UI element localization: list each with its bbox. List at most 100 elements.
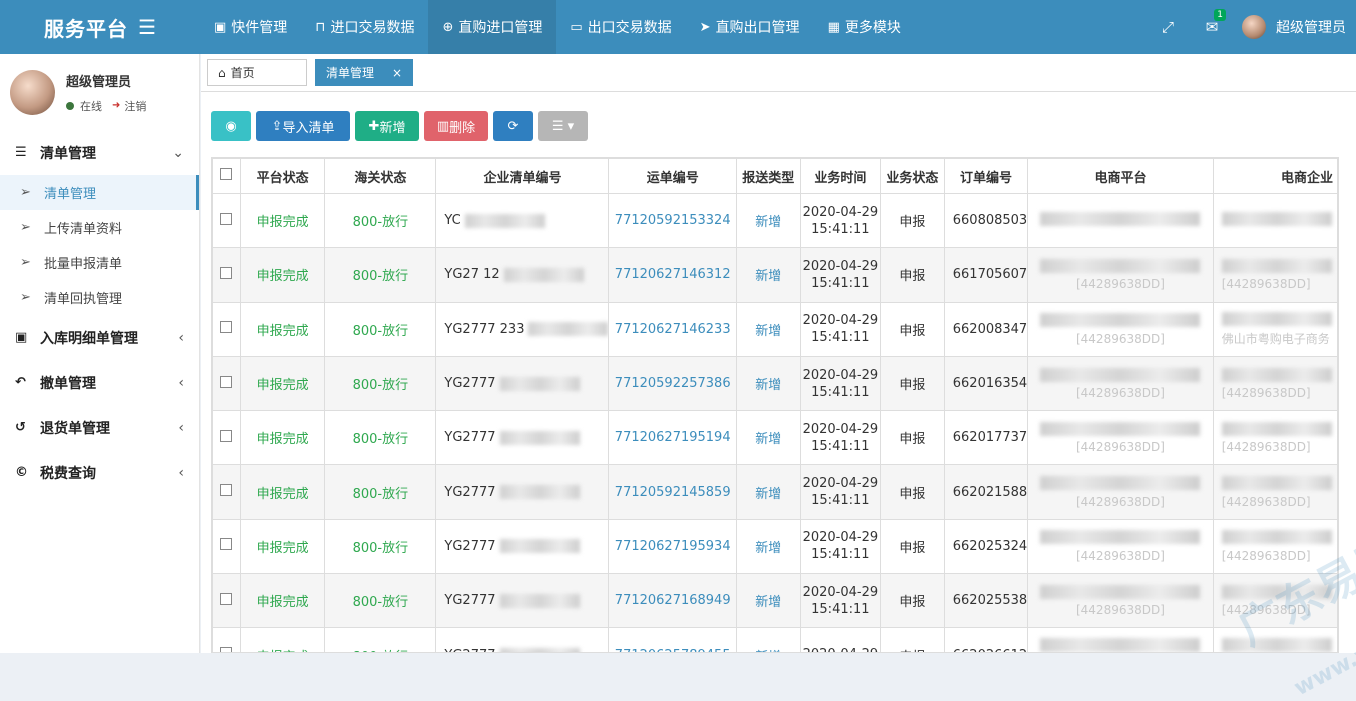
customs-status: 800-放行 xyxy=(324,192,437,249)
waybill-link[interactable]: 77120627168949 xyxy=(608,573,737,629)
row-select-cell[interactable] xyxy=(212,301,241,357)
table-row[interactable]: 申报完成 800-放行 YG2777 77120627195194 新增 2020-04-… xyxy=(212,410,1338,466)
nav-more[interactable]: ▦ 更多模块 xyxy=(814,0,915,54)
ec-enterprise: [44289638DD] xyxy=(1212,247,1338,303)
waybill-link[interactable]: 77120592145859 xyxy=(608,464,737,520)
nav-direct-export[interactable]: ➤ 直购出口管理 xyxy=(686,0,814,54)
top-user-name[interactable]: 超级管理员 xyxy=(1276,17,1346,37)
row-select-cell[interactable] xyxy=(212,247,241,303)
row-checkbox[interactable] xyxy=(220,647,233,652)
sidebar-item-inbound[interactable]: ▣ 入库明细单管理 ‹ xyxy=(0,315,199,360)
platform-status: 申报完成 xyxy=(239,627,326,652)
column-header[interactable]: 订单编号 xyxy=(943,158,1029,194)
sidebar-item-return[interactable]: ↺ 退货单管理 ‹ xyxy=(0,405,199,450)
nav-export-trade[interactable]: ▭ 出口交易数据 xyxy=(556,0,685,54)
list-number: YG2777 233 xyxy=(435,301,610,357)
sidebar-item-withdraw[interactable]: ↶ 撤单管理 ‹ xyxy=(0,360,199,405)
refresh-button[interactable]: ⟳ xyxy=(493,111,533,141)
delete-button[interactable]: ▥ 删除 xyxy=(424,111,488,141)
table-row[interactable]: 申报完成 800-放行 YG2777 233 77120627146233 新增 2020… xyxy=(212,301,1338,357)
send-icon: ➢ xyxy=(20,255,31,270)
nav-label: 出口交易数据 xyxy=(587,20,672,36)
row-checkbox[interactable] xyxy=(220,321,233,334)
redacted-blur xyxy=(1040,476,1201,491)
nav-import-trade[interactable]: ⊓ 进口交易数据 xyxy=(301,0,428,54)
waybill-link[interactable]: 77120627146233 xyxy=(608,301,737,357)
row-checkbox[interactable] xyxy=(220,538,233,551)
waybill-link[interactable]: 77120625789455 xyxy=(608,627,737,652)
submit-type: 新增 xyxy=(735,627,801,652)
waybill-link[interactable]: 77120627195194 xyxy=(608,410,737,466)
logout-icon[interactable]: ➜ xyxy=(112,100,120,111)
column-header[interactable]: 运单编号 xyxy=(608,158,737,194)
waybill-link[interactable]: 77120592153324 xyxy=(608,192,737,249)
fullscreen-icon[interactable]: ⤢ xyxy=(1146,18,1190,36)
online-dot-icon xyxy=(66,101,74,110)
close-icon[interactable]: × xyxy=(392,66,402,80)
select-all-cell[interactable] xyxy=(212,158,241,194)
mail-icon[interactable]: ✉ 1 xyxy=(1190,9,1234,36)
biz-time-text: 15:41:11 xyxy=(811,330,870,346)
row-select-cell[interactable] xyxy=(212,410,241,466)
row-select-cell[interactable] xyxy=(212,573,241,629)
biz-time-text: 15:41:11 xyxy=(811,384,870,400)
sidebar-item-list-management[interactable]: ☰ 清单管理 ⌄ xyxy=(0,130,199,175)
column-header[interactable]: 电商企业 xyxy=(1212,158,1338,194)
table-row[interactable]: 申报完成 800-放行 YG27 12 77120627146312 新增 2020-04… xyxy=(212,247,1338,303)
biz-date: 2020-04-29 xyxy=(802,421,879,437)
plus-icon: ✚ xyxy=(368,118,380,134)
sidebar-sub-list-management[interactable]: ➢ 清单管理 xyxy=(0,175,199,210)
sidebar-item-label: 税费查询 xyxy=(40,465,96,482)
select-all-checkbox[interactable] xyxy=(220,168,233,180)
tab-home[interactable]: ⌂ 首页 xyxy=(207,59,307,86)
redacted-blur xyxy=(1221,637,1332,652)
sidebar-sub-receipt[interactable]: ➢ 清单回执管理 xyxy=(0,280,199,315)
sidebar-item-label: 清单管理 xyxy=(40,145,96,162)
button-label: 删除 xyxy=(449,120,476,136)
row-checkbox[interactable] xyxy=(220,266,233,279)
import-button[interactable]: ⇪ 导入清单 xyxy=(256,111,350,141)
column-header[interactable]: 业务时间 xyxy=(799,158,882,194)
view-button[interactable]: ◉ xyxy=(211,111,251,141)
table-row[interactable]: 申报完成 800-放行 YC 77120592153324 新增 2020-04-29 15… xyxy=(212,192,1338,249)
row-select-cell[interactable] xyxy=(212,627,241,652)
waybill-link[interactable]: 77120627146312 xyxy=(608,247,737,303)
row-select-cell[interactable] xyxy=(212,518,241,575)
biz-date: 2020-04-29 xyxy=(802,530,879,546)
row-checkbox[interactable] xyxy=(220,484,233,497)
table-row[interactable]: 申报完成 800-放行 YG2777 77120592257386 新增 2020-04-… xyxy=(212,355,1338,412)
column-header[interactable]: 平台状态 xyxy=(239,158,326,194)
column-header[interactable]: 企业清单编号 xyxy=(435,158,610,194)
nav-direct-import[interactable]: ⊕ 直购进口管理 xyxy=(428,0,557,54)
waybill-link[interactable]: 77120627195934 xyxy=(608,518,737,575)
column-header[interactable]: 海关状态 xyxy=(324,158,437,194)
waybill-link[interactable]: 77120592257386 xyxy=(608,355,737,412)
submit-type: 新增 xyxy=(735,518,801,575)
biz-time: 2020-04-29 15:41:11 xyxy=(799,301,882,357)
table-row[interactable]: 申报完成800-放行 YG2777 77120625789455新增2020-04-… xyxy=(212,627,1338,652)
sidebar-item-tax[interactable]: © 税费查询 ‹ xyxy=(0,450,199,495)
row-select-cell[interactable] xyxy=(212,355,241,412)
column-header[interactable]: 电商平台 xyxy=(1027,158,1214,194)
logout-link[interactable]: 注销 xyxy=(124,98,146,114)
table-row[interactable]: 申报完成 800-放行 YG2777 77120627168949 新增 2020-04-… xyxy=(212,573,1338,629)
nav-express[interactable]: ▣ 快件管理 xyxy=(200,0,301,54)
table-row[interactable]: 申报完成 800-放行 YG2777 77120592145859 新增 2020-04-… xyxy=(212,464,1338,520)
sidebar-sub-batch[interactable]: ➢ 批量申报清单 xyxy=(0,245,199,280)
column-header[interactable]: 业务状态 xyxy=(880,158,945,194)
add-button[interactable]: ✚ 新增 xyxy=(355,111,419,141)
row-checkbox[interactable] xyxy=(220,375,233,388)
row-select-cell[interactable] xyxy=(212,464,241,520)
row-select-cell[interactable] xyxy=(212,192,241,249)
row-checkbox[interactable] xyxy=(220,212,233,225)
columns-menu-button[interactable]: ☰ ▾ xyxy=(538,111,588,141)
table-row[interactable]: 申报完成 800-放行 YG2777 77120627195934 新增 2020-04-… xyxy=(212,518,1338,575)
column-header[interactable]: 报送类型 xyxy=(735,158,801,194)
row-checkbox[interactable] xyxy=(220,592,233,605)
reply-icon: ↶ xyxy=(15,375,26,390)
tab-list-management[interactable]: 清单管理 × xyxy=(315,59,413,86)
sidebar-sub-upload[interactable]: ➢ 上传清单资料 xyxy=(0,210,199,245)
menu-toggle-icon[interactable]: ☰ xyxy=(138,15,156,39)
avatar[interactable] xyxy=(1242,15,1266,39)
row-checkbox[interactable] xyxy=(220,429,233,442)
